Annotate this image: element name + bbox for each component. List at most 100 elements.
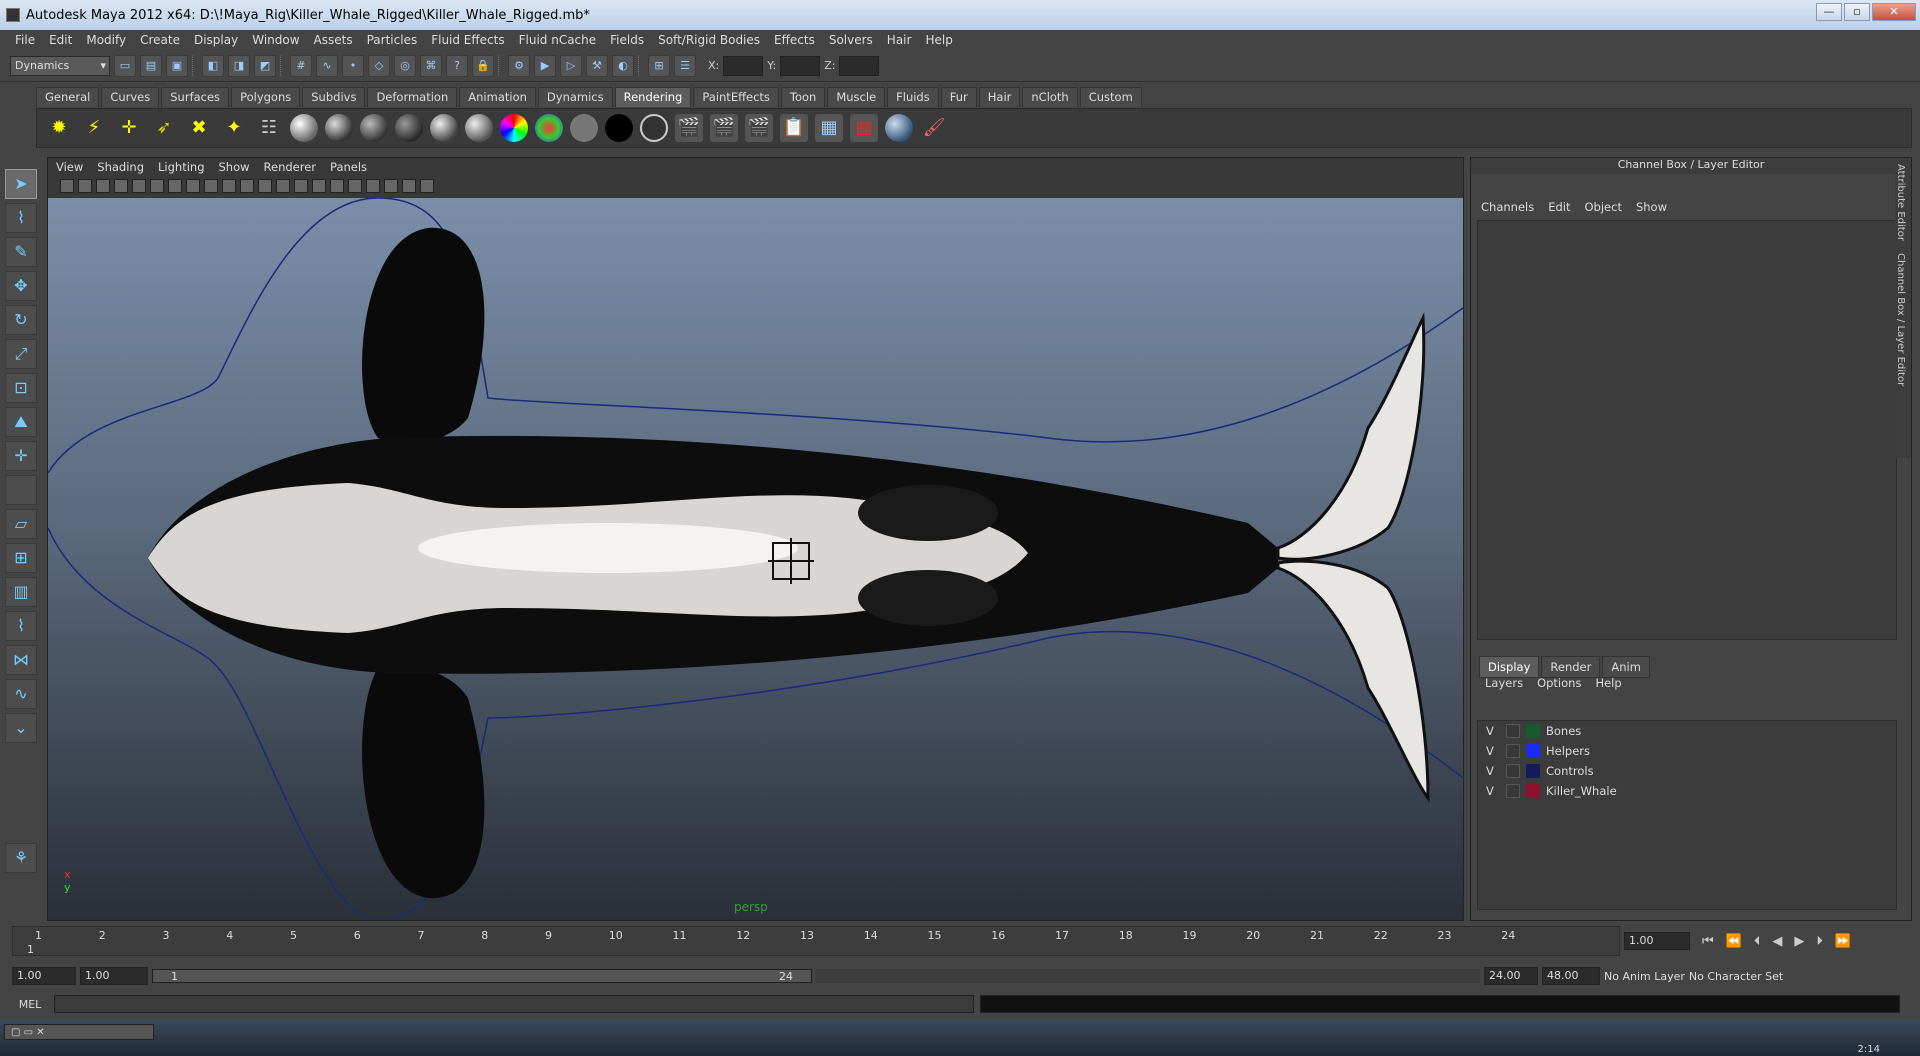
menu-fluid-ncache[interactable]: Fluid nCache — [512, 33, 604, 47]
ipr-render-icon[interactable]: ▷ — [560, 54, 582, 77]
lambert-sphere-icon[interactable] — [395, 114, 423, 142]
vp-menu-lighting[interactable]: Lighting — [158, 160, 204, 174]
camera-attributes-icon[interactable] — [78, 179, 92, 193]
use-all-lights-icon[interactable] — [348, 179, 362, 193]
menu-set-dropdown[interactable]: Dynamics — [10, 55, 110, 76]
menu-edit[interactable]: Edit — [42, 33, 79, 47]
layer-color-swatch[interactable] — [1526, 784, 1540, 798]
field-chart-icon[interactable] — [222, 179, 236, 193]
shelf-tab-toon[interactable]: Toon — [780, 87, 826, 107]
ocean-shader-icon[interactable] — [640, 114, 668, 142]
select-object-icon[interactable]: ◨ — [228, 54, 250, 77]
rotate-tool-icon[interactable]: ↻ — [5, 305, 37, 335]
new-scene-icon[interactable]: ▭ — [114, 54, 136, 77]
layer-tab-anim[interactable]: Anim — [1602, 656, 1650, 678]
layer-tab-render[interactable]: Render — [1541, 656, 1601, 678]
layer-type-toggle[interactable] — [1506, 744, 1520, 758]
anim-layer-dropdown[interactable]: No Anim Layer — [1604, 970, 1685, 983]
safe-title-icon[interactable] — [258, 179, 272, 193]
anisotropic-sphere-icon[interactable] — [430, 114, 458, 142]
light-linking-icon[interactable]: ▩ — [850, 114, 878, 142]
shelf-tab-deformation[interactable]: Deformation — [367, 87, 458, 107]
command-language-label[interactable]: MEL — [12, 998, 48, 1011]
shelf-tab-rendering[interactable]: Rendering — [614, 87, 692, 107]
isolate-select-icon[interactable] — [384, 179, 398, 193]
menu-fields[interactable]: Fields — [603, 33, 651, 47]
lock-icon[interactable]: 🔒 — [472, 54, 494, 77]
volume-light-icon[interactable]: ✖ — [185, 114, 213, 142]
shelf-tab-hair[interactable]: Hair — [978, 87, 1021, 107]
shading-map-icon[interactable] — [605, 114, 633, 142]
menu-solvers[interactable]: Solvers — [822, 33, 880, 47]
y-field[interactable] — [780, 55, 821, 76]
move-tool-icon[interactable]: ✥ — [5, 271, 37, 301]
shelf-tab-fur[interactable]: Fur — [940, 87, 977, 107]
cb-menu-channels[interactable]: Channels — [1481, 200, 1534, 214]
gate-mask-icon[interactable] — [204, 179, 218, 193]
snap-point-icon[interactable]: • — [342, 54, 364, 77]
surface-shader-icon[interactable] — [535, 114, 563, 142]
step-back-key-icon[interactable]: ⏪ — [1726, 934, 1742, 949]
play-backwards-icon[interactable]: ◀ — [1772, 934, 1782, 949]
ambient-light-icon[interactable]: ✦ — [220, 114, 248, 142]
step-forward-key-icon[interactable]: ⏩ — [1835, 934, 1851, 949]
layer-visibility-toggle[interactable]: V — [1486, 764, 1500, 778]
image-plane-icon[interactable] — [114, 179, 128, 193]
show-manipulator-icon[interactable]: ✛ — [5, 441, 37, 471]
save-scene-icon[interactable]: ▣ — [166, 54, 188, 77]
hypershade-layout-icon[interactable]: ⋈ — [5, 645, 37, 675]
menu-modify[interactable]: Modify — [79, 33, 133, 47]
layer-row[interactable]: V Killer_Whale — [1478, 781, 1896, 801]
shelf-tab-subdivs[interactable]: Subdivs — [302, 87, 366, 107]
wireframe-icon[interactable] — [276, 179, 290, 193]
point-light-icon[interactable]: ✹ — [45, 114, 73, 142]
select-tool-icon[interactable]: ➤ — [5, 169, 37, 199]
character-set-dropdown[interactable]: No Character Set — [1689, 970, 1783, 983]
perspective-viewport[interactable]: x y persp — [48, 198, 1463, 920]
vp-menu-show[interactable]: Show — [219, 160, 250, 174]
cb-menu-object[interactable]: Object — [1585, 200, 1622, 214]
layer-menu-options[interactable]: Options — [1537, 676, 1581, 690]
persp-graph-layout-icon[interactable]: ⌇ — [5, 611, 37, 641]
layer-color-swatch[interactable] — [1526, 744, 1540, 758]
start-time-field[interactable]: 1.00 — [12, 967, 76, 985]
close-button[interactable]: ✕ — [1872, 3, 1916, 21]
directional-light-icon[interactable]: ➶ — [150, 114, 178, 142]
vp-menu-shading[interactable]: Shading — [97, 160, 144, 174]
play-forwards-icon[interactable]: ▶ — [1794, 934, 1804, 949]
layer-visibility-toggle[interactable]: V — [1486, 724, 1500, 738]
open-scene-icon[interactable]: ▤ — [140, 54, 162, 77]
layer-row[interactable]: V Helpers — [1478, 741, 1896, 761]
snap-plane-icon[interactable]: ◇ — [368, 54, 390, 77]
last-tool-icon[interactable] — [5, 475, 37, 505]
select-component-icon[interactable]: ◩ — [254, 54, 276, 77]
universal-manipulator-icon[interactable]: ⊡ — [5, 373, 37, 403]
shelf-tab-painteffects[interactable]: PaintEffects — [693, 87, 779, 107]
layer-menu-layers[interactable]: Layers — [1485, 676, 1523, 690]
xray-icon[interactable] — [402, 179, 416, 193]
menu-effects[interactable]: Effects — [767, 33, 822, 47]
layer-row[interactable]: V Bones — [1478, 721, 1896, 741]
snap-grid-icon[interactable]: # — [290, 54, 312, 77]
end-time-field[interactable]: 48.00 — [1542, 967, 1600, 985]
layered-shader-icon[interactable] — [465, 114, 493, 142]
layer-visibility-toggle[interactable]: V — [1486, 744, 1500, 758]
spot-light-icon[interactable]: ⚡ — [80, 114, 108, 142]
soft-modification-icon[interactable]: ⛰ — [5, 407, 37, 437]
xray-joints-icon[interactable] — [420, 179, 434, 193]
menu-display[interactable]: Display — [187, 33, 245, 47]
smooth-shade-icon[interactable] — [294, 179, 308, 193]
maximize-button[interactable]: ▫ — [1844, 3, 1870, 21]
safe-action-icon[interactable] — [240, 179, 254, 193]
shelf-tab-ncloth[interactable]: nCloth — [1022, 87, 1078, 107]
vp-menu-panels[interactable]: Panels — [330, 160, 367, 174]
layer-color-swatch[interactable] — [1526, 724, 1540, 738]
grid-icon[interactable] — [150, 179, 164, 193]
layer-type-toggle[interactable] — [1506, 764, 1520, 778]
layer-color-swatch[interactable] — [1526, 764, 1540, 778]
phong-e-sphere-icon[interactable] — [360, 114, 388, 142]
layer-menu-help[interactable]: Help — [1595, 676, 1621, 690]
menu-soft-rigid-bodies[interactable]: Soft/Rigid Bodies — [651, 33, 767, 47]
ramp-shader-icon[interactable] — [500, 114, 528, 142]
layer-row[interactable]: V Controls — [1478, 761, 1896, 781]
